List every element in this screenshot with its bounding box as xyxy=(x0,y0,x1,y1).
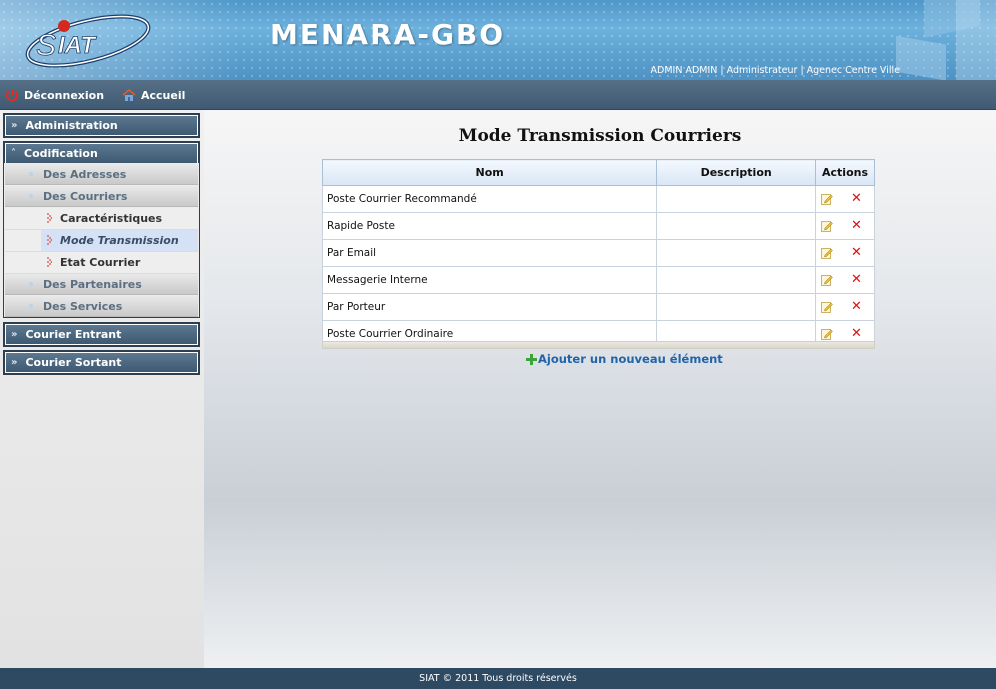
chevron-down-icon: » xyxy=(11,329,18,340)
logout-button[interactable]: Déconnexion xyxy=(5,88,104,102)
sidebar-item-partenaires[interactable]: Des Partenaires xyxy=(5,274,198,295)
cell-actions: ✕ xyxy=(815,185,875,213)
edit-icon[interactable] xyxy=(821,274,833,286)
app-title: MENARA-GBO xyxy=(270,18,506,51)
section-label: Codification xyxy=(24,147,98,160)
delete-icon[interactable]: ✕ xyxy=(851,219,862,232)
svg-text:S: S xyxy=(36,29,56,62)
edit-icon[interactable] xyxy=(821,220,833,232)
section-label: Courier Entrant xyxy=(25,328,122,341)
delete-icon[interactable]: ✕ xyxy=(851,273,862,286)
header-decoration xyxy=(896,0,996,80)
page-footer: SIAT © 2011 Tous droits réservés xyxy=(0,668,996,689)
chevron-down-icon: » xyxy=(11,120,18,131)
sidebar-item-label: Caractéristiques xyxy=(60,212,163,225)
sidebar-section-courier-sortant[interactable]: » Courier Sortant xyxy=(3,350,200,375)
delete-icon[interactable]: ✕ xyxy=(851,246,862,259)
table-footer xyxy=(322,341,875,349)
cell-nom: Poste Courrier Recommandé xyxy=(321,185,658,213)
edit-icon[interactable] xyxy=(821,193,833,205)
cell-description xyxy=(656,266,817,294)
table-row: Par Porteur ✕ xyxy=(321,293,875,321)
table-row: Rapide Poste ✕ xyxy=(321,212,875,240)
delete-icon[interactable]: ✕ xyxy=(851,192,862,205)
user-info: ADMIN ADMIN | Administrateur | Agenec Ce… xyxy=(650,65,900,76)
dotted-arrow-icon xyxy=(47,213,52,223)
cell-description xyxy=(656,239,817,267)
copyright-text: SIAT © 2011 Tous droits réservés xyxy=(419,673,577,684)
bullet-icon xyxy=(29,282,33,286)
home-icon xyxy=(122,88,136,101)
home-button[interactable]: Accueil xyxy=(122,88,185,102)
delete-icon[interactable]: ✕ xyxy=(851,327,862,340)
cell-nom: Par Email xyxy=(321,239,658,267)
page-title: Mode Transmission Courriers xyxy=(458,126,742,146)
bullet-icon xyxy=(29,172,33,176)
sidebar-item-label: Des Services xyxy=(43,299,123,313)
app-header: IAT S MENARA-GBO ADMIN ADMIN | Administr… xyxy=(0,0,996,80)
plus-icon xyxy=(526,353,537,365)
sidebar-item-label: Des Partenaires xyxy=(43,277,142,291)
power-icon xyxy=(6,89,18,102)
sidebar-item-caracteristiques[interactable]: Caractéristiques xyxy=(5,208,198,230)
column-header-description[interactable]: Description xyxy=(656,159,817,186)
column-header-nom[interactable]: Nom xyxy=(321,159,658,186)
sidebar-section-courier-entrant[interactable]: » Courier Entrant xyxy=(3,322,200,347)
delete-icon[interactable]: ✕ xyxy=(851,300,862,313)
add-link-label: Ajouter un nouveau élément xyxy=(538,352,723,366)
data-table: Nom Description Actions Poste Courrier R… xyxy=(321,159,875,348)
main-content: Mode Transmission Courriers Nom Descript… xyxy=(204,110,996,668)
sidebar-item-mode-transmission[interactable]: Mode Transmission xyxy=(5,230,198,252)
edit-icon[interactable] xyxy=(821,328,833,340)
cell-description xyxy=(656,293,817,321)
edit-icon[interactable] xyxy=(821,301,833,313)
table-row: Messagerie Interne ✕ xyxy=(321,266,875,294)
top-nav-bar: Déconnexion Accueil xyxy=(0,80,996,110)
sidebar-item-label: Des Courriers xyxy=(43,189,128,203)
sidebar: » Administration ˄ Codification Des Adre… xyxy=(0,110,204,668)
cell-nom: Messagerie Interne xyxy=(321,266,658,294)
sidebar-item-label: Etat Courrier xyxy=(60,256,141,269)
sidebar-item-adresses[interactable]: Des Adresses xyxy=(5,164,198,185)
table-row: Par Email ✕ xyxy=(321,239,875,267)
bullet-icon xyxy=(29,304,33,308)
cell-actions: ✕ xyxy=(815,293,875,321)
sidebar-item-label: Des Adresses xyxy=(43,167,127,181)
svg-text:IAT: IAT xyxy=(58,32,97,59)
codification-submenu: Des Adresses Des Courriers Caractéristiq… xyxy=(3,163,200,318)
cell-nom: Rapide Poste xyxy=(321,212,658,240)
home-label: Accueil xyxy=(141,88,186,102)
section-label: Administration xyxy=(25,119,118,132)
sidebar-section-administration[interactable]: » Administration xyxy=(3,113,200,138)
cell-actions: ✕ xyxy=(815,266,875,294)
table-header-row: Nom Description Actions xyxy=(321,159,875,186)
table-row: Poste Courrier Recommandé ✕ xyxy=(321,185,875,213)
logout-label: Déconnexion xyxy=(24,88,105,102)
dotted-arrow-icon xyxy=(47,257,52,267)
dotted-arrow-icon xyxy=(47,235,52,245)
cell-actions: ✕ xyxy=(815,239,875,267)
sidebar-item-courriers[interactable]: Des Courriers xyxy=(5,186,198,207)
edit-icon[interactable] xyxy=(821,247,833,259)
cell-description xyxy=(656,185,817,213)
column-header-actions: Actions xyxy=(815,159,875,186)
cell-nom: Par Porteur xyxy=(321,293,658,321)
bullet-icon xyxy=(29,194,33,198)
cell-actions: ✕ xyxy=(815,212,875,240)
sidebar-item-etat-courrier[interactable]: Etat Courrier xyxy=(5,252,198,274)
cell-description xyxy=(656,212,817,240)
chevron-up-icon: ˄ xyxy=(11,148,16,159)
sidebar-item-services[interactable]: Des Services xyxy=(5,296,198,317)
section-label: Courier Sortant xyxy=(25,356,122,369)
siat-logo: IAT S xyxy=(25,14,151,68)
chevron-down-icon: » xyxy=(11,357,18,368)
sidebar-item-label: Mode Transmission xyxy=(60,234,179,247)
add-new-element-link[interactable]: Ajouter un nouveau élément xyxy=(526,352,723,366)
